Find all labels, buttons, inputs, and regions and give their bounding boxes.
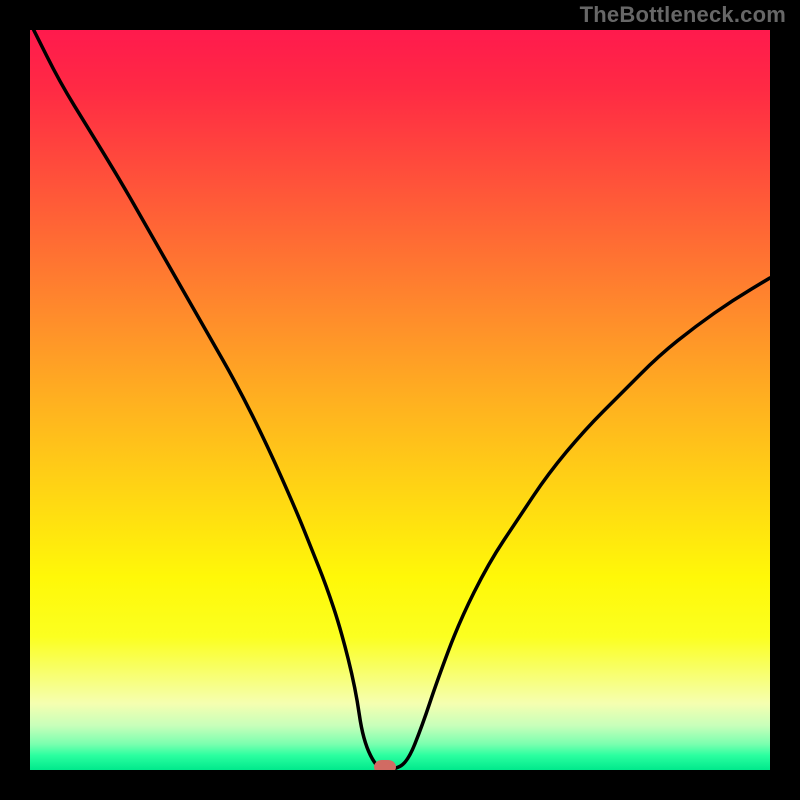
plot-area	[30, 30, 770, 770]
chart-frame: TheBottleneck.com	[0, 0, 800, 800]
watermark-text: TheBottleneck.com	[580, 2, 786, 28]
bottleneck-curve	[30, 30, 770, 770]
optimal-marker	[374, 760, 396, 770]
